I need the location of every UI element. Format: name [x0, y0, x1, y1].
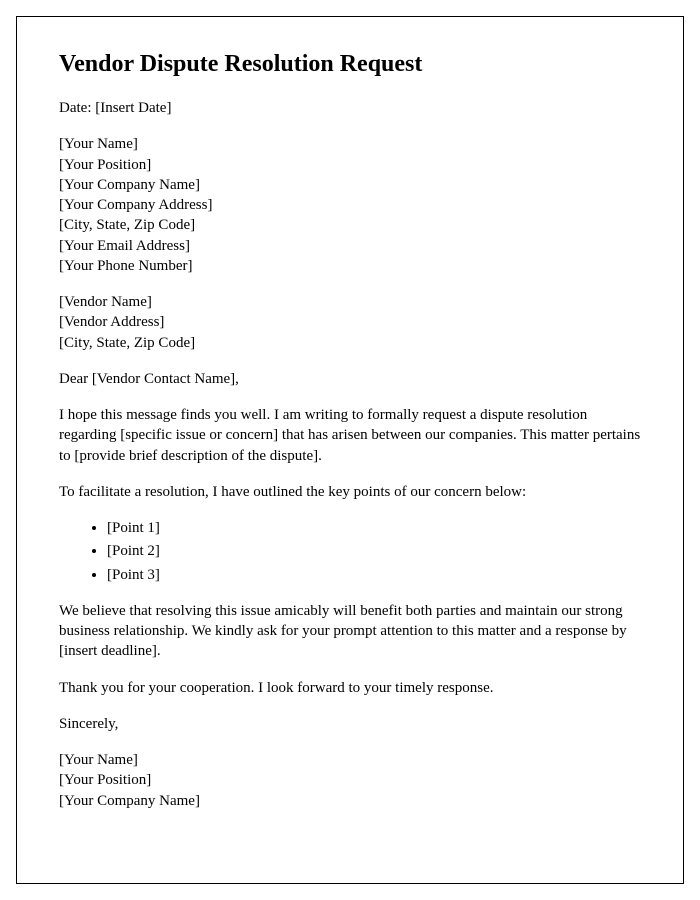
points-list: [Point 1] [Point 2] [Point 3]: [107, 518, 641, 585]
body-paragraph-3: We believe that resolving this issue ami…: [59, 601, 641, 662]
vendor-name: [Vendor Name]: [59, 292, 641, 312]
sender-block: [Your Name] [Your Position] [Your Compan…: [59, 134, 641, 276]
vendor-block: [Vendor Name] [Vendor Address] [City, St…: [59, 292, 641, 353]
sender-phone: [Your Phone Number]: [59, 256, 641, 276]
sender-name: [Your Name]: [59, 134, 641, 154]
sender-address: [Your Company Address]: [59, 195, 641, 215]
document-title: Vendor Dispute Resolution Request: [59, 51, 641, 78]
closing: Sincerely,: [59, 714, 641, 734]
signature-company: [Your Company Name]: [59, 791, 641, 811]
signature-position: [Your Position]: [59, 770, 641, 790]
signature-block: [Your Name] [Your Position] [Your Compan…: [59, 750, 641, 811]
signature-name: [Your Name]: [59, 750, 641, 770]
list-item: [Point 1]: [107, 518, 641, 538]
list-item: [Point 2]: [107, 541, 641, 561]
sender-city-state-zip: [City, State, Zip Code]: [59, 215, 641, 235]
vendor-address: [Vendor Address]: [59, 312, 641, 332]
body-paragraph-1: I hope this message finds you well. I am…: [59, 405, 641, 466]
salutation: Dear [Vendor Contact Name],: [59, 369, 641, 389]
list-item: [Point 3]: [107, 565, 641, 585]
sender-email: [Your Email Address]: [59, 236, 641, 256]
sender-company: [Your Company Name]: [59, 175, 641, 195]
body-paragraph-2: To facilitate a resolution, I have outli…: [59, 482, 641, 502]
sender-position: [Your Position]: [59, 155, 641, 175]
vendor-city-state-zip: [City, State, Zip Code]: [59, 333, 641, 353]
body-paragraph-4: Thank you for your cooperation. I look f…: [59, 678, 641, 698]
document-page: Vendor Dispute Resolution Request Date: …: [16, 16, 684, 884]
date-line: Date: [Insert Date]: [59, 98, 641, 118]
